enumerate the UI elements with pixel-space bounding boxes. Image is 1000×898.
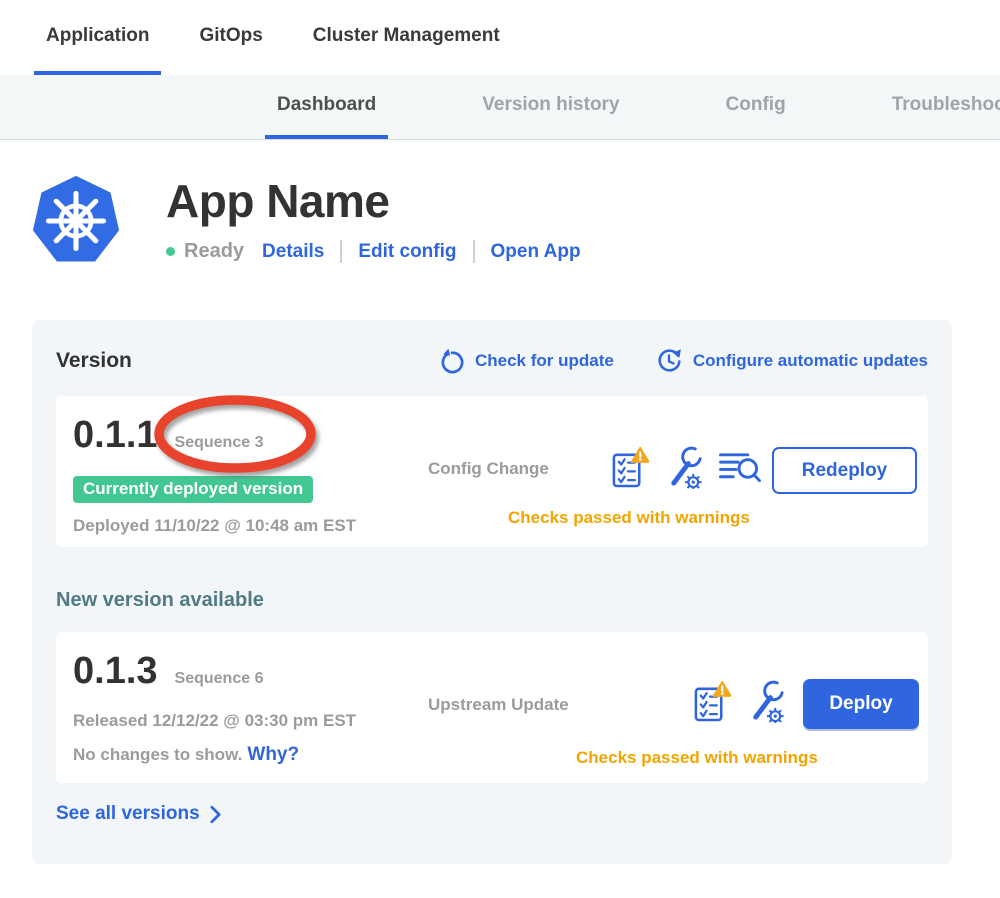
configure-auto-updates-link[interactable]: Configure automatic updates xyxy=(654,346,928,376)
available-version-sequence: Sequence 6 xyxy=(175,670,264,688)
open-app-link[interactable]: Open App xyxy=(491,241,581,263)
divider xyxy=(473,240,475,263)
clock-refresh-icon xyxy=(654,346,684,376)
view-files-icon[interactable] xyxy=(718,449,762,486)
refresh-icon xyxy=(439,348,466,375)
page-title: App Name xyxy=(166,174,581,228)
tab-application[interactable]: Application xyxy=(34,0,161,75)
status-text: Ready xyxy=(184,240,244,263)
current-version-number: 0.1.1 xyxy=(73,412,158,458)
primary-nav: Application GitOps Cluster Management xyxy=(0,0,1000,75)
current-version-card: 0.1.1 Sequence 3 Currently deployed vers… xyxy=(56,396,928,547)
details-link[interactable]: Details xyxy=(262,241,324,263)
version-panel: Version Check for update Configure autom… xyxy=(32,320,952,864)
status-row: Ready Details Edit config Open App xyxy=(166,240,581,263)
change-type-label: Config Change xyxy=(428,459,549,479)
tab-version-history[interactable]: Version history xyxy=(470,75,631,139)
checks-status-text: Checks passed with warnings xyxy=(508,508,750,528)
deployed-badge: Currently deployed version xyxy=(73,476,313,503)
edit-config-link[interactable]: Edit config xyxy=(358,241,456,263)
preflight-checklist-icon[interactable] xyxy=(692,680,731,723)
change-type-label: Upstream Update xyxy=(428,695,569,715)
tab-cluster-management[interactable]: Cluster Management xyxy=(301,0,512,75)
tab-troubleshoot[interactable]: Troubleshoot xyxy=(880,75,1000,139)
chevron-right-icon xyxy=(210,805,221,824)
divider xyxy=(340,240,342,263)
secondary-nav: Dashboard Version history Config Trouble… xyxy=(0,75,1000,140)
version-panel-title: Version xyxy=(56,349,132,373)
kubernetes-logo xyxy=(30,172,122,270)
why-link[interactable]: Why? xyxy=(247,744,299,765)
new-version-heading: New version available xyxy=(56,589,928,612)
check-for-update-link[interactable]: Check for update xyxy=(439,348,614,375)
checks-status-text: Checks passed with warnings xyxy=(576,748,818,768)
available-version-card: 0.1.3 Sequence 6 Released 12/12/22 @ 03:… xyxy=(56,632,928,783)
tab-dashboard[interactable]: Dashboard xyxy=(265,75,388,139)
redeploy-button[interactable]: Redeploy xyxy=(772,447,917,494)
config-wrench-icon[interactable] xyxy=(745,680,786,723)
status-dot-icon xyxy=(166,247,175,256)
tab-config[interactable]: Config xyxy=(714,75,798,139)
config-wrench-icon[interactable] xyxy=(663,446,704,489)
app-header: App Name Ready Details Edit config Open … xyxy=(0,140,1000,270)
preflight-checklist-icon[interactable] xyxy=(610,446,649,489)
deploy-button[interactable]: Deploy xyxy=(803,679,919,729)
see-all-versions-link[interactable]: See all versions xyxy=(56,803,221,825)
current-version-sequence: Sequence 3 xyxy=(175,434,264,452)
deployed-timestamp: Deployed 11/10/22 @ 10:48 am EST xyxy=(73,516,928,536)
tab-gitops[interactable]: GitOps xyxy=(187,0,274,75)
available-version-number: 0.1.3 xyxy=(73,648,158,694)
